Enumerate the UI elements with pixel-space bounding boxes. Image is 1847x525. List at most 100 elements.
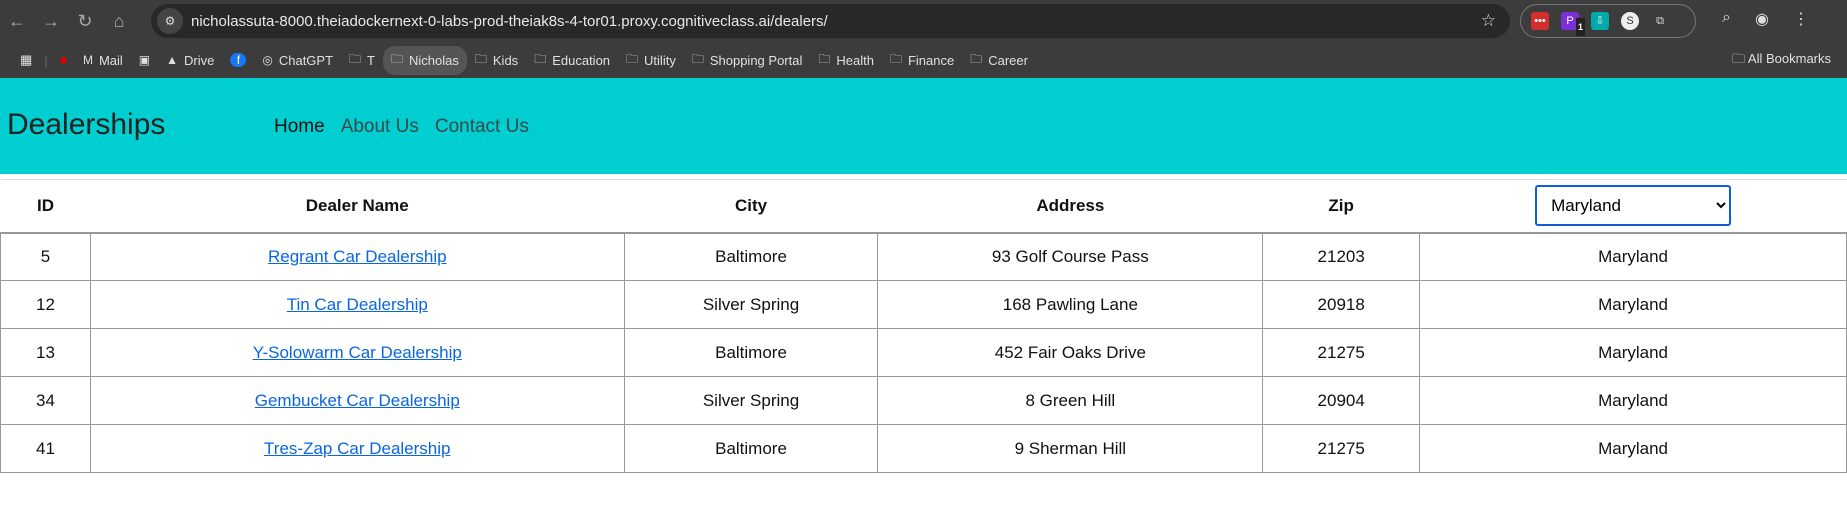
cell-address: 168 Pawling Lane	[877, 280, 1264, 329]
bookmark-label: Kids	[492, 52, 519, 68]
bookmark-label: ChatGPT	[278, 52, 334, 68]
folder-icon: 🗀	[474, 51, 487, 66]
extension-icon[interactable]: P1	[1561, 12, 1585, 36]
column-header-dealer-name: Dealer Name	[90, 179, 625, 234]
tab-search-icon[interactable]: ⌕	[1722, 9, 1731, 29]
menu-icon[interactable]: ⋮	[1793, 9, 1809, 29]
state-filter-select[interactable]: Maryland	[1535, 185, 1732, 227]
cell-zip: 21275	[1262, 424, 1421, 473]
folder-icon: 🗀	[970, 51, 983, 66]
bookmark-item[interactable]: 🗀 Health	[810, 46, 882, 75]
dealer-link[interactable]: Y-Solowarm Car Dealership	[253, 343, 462, 362]
table-row: 41 Tres-Zap Car Dealership Baltimore 9 Sher…	[0, 424, 1847, 473]
extension-icon[interactable]: S	[1621, 12, 1639, 30]
bookmark-star-icon[interactable]: ☆	[1481, 11, 1496, 31]
cell-city: Baltimore	[623, 328, 879, 377]
cell-id: 5	[0, 232, 91, 281]
drive-icon: ▲	[166, 53, 179, 67]
table-row: 34 Gembucket Car Dealership Silver Spring 8…	[0, 376, 1847, 425]
bookmark-label: Drive	[184, 52, 215, 68]
bookmark-item[interactable]: ▣	[131, 49, 158, 71]
cell-name: Tres-Zap Car Dealership	[89, 424, 625, 473]
cell-id: 41	[0, 424, 91, 473]
folder-icon: 🗀	[534, 51, 547, 66]
apps-icon[interactable]: ▦	[12, 48, 40, 72]
bookmark-item[interactable]: 🗀 Utility	[618, 46, 684, 75]
profile-avatar-icon[interactable]: ◉	[1755, 9, 1769, 29]
forward-icon[interactable]: →	[34, 11, 68, 32]
main-nav: Home About Us Contact Us	[274, 116, 529, 138]
folder-icon: 🗀	[391, 51, 404, 66]
dealer-link[interactable]: Regrant Car Dealership	[268, 247, 447, 266]
bookmark-item[interactable]: ◎ ChatGPT	[254, 49, 341, 72]
reload-icon[interactable]: ↻	[68, 11, 102, 32]
site-header: Dealerships Home About Us Contact Us	[0, 78, 1847, 174]
nav-contact-us[interactable]: Contact Us	[435, 116, 529, 138]
bookmark-label: Shopping Portal	[709, 52, 803, 68]
puzzle-icon[interactable]: ⧉	[1651, 12, 1669, 30]
folder-icon: 🗀	[889, 51, 902, 66]
table-row: 12 Tin Car Dealership Silver Spring 168 Paw…	[0, 280, 1847, 329]
cell-id: 12	[0, 280, 91, 329]
bookmarks-bar: ▦ | ■ M Mail ▣ ▲ Drive f ◎ ChatGPT 🗀 T 🗀 Nicholas 🗀 Ki…	[0, 42, 1847, 78]
bookmark-label: Education	[552, 52, 611, 68]
column-header-address: Address	[877, 179, 1263, 234]
bookmark-label: Utility	[644, 52, 676, 68]
bookmark-item[interactable]: 🗀 Finance	[882, 46, 962, 75]
cell-name: Y-Solowarm Car Dealership	[89, 328, 625, 377]
bookmark-item[interactable]: 🗀 Career	[962, 46, 1036, 75]
facebook-icon: f	[230, 53, 247, 67]
column-header-state: Maryland	[1419, 179, 1847, 234]
cell-zip: 20918	[1262, 280, 1421, 329]
cell-state: Maryland	[1419, 376, 1847, 425]
gmail-icon: M	[82, 53, 93, 67]
bookmark-item[interactable]: 🗀 Education	[526, 46, 618, 75]
back-icon[interactable]: ←	[0, 11, 34, 32]
extension-icon[interactable]: •••	[1531, 12, 1549, 30]
bookmark-label: Finance	[907, 52, 955, 68]
cell-city: Silver Spring	[623, 376, 879, 425]
folder-icon: 🗀	[349, 51, 362, 66]
site-settings-icon[interactable]: ⚙	[157, 8, 183, 34]
folder-icon: 🗀	[818, 51, 831, 66]
all-bookmarks[interactable]: 🗀 All Bookmarks	[1732, 50, 1831, 72]
cell-city: Baltimore	[623, 424, 879, 473]
table-row: 13 Y-Solowarm Car Dealership Baltimore 452 …	[0, 328, 1847, 377]
cell-name: Regrant Car Dealership	[89, 232, 625, 281]
bookmark-item[interactable]: 🗀 Nicholas	[383, 45, 467, 75]
bookmark-item[interactable]: 🗀 Shopping Portal	[684, 46, 811, 75]
cell-state: Maryland	[1419, 424, 1847, 473]
cell-name: Gembucket Car Dealership	[89, 376, 625, 425]
bookmark-item[interactable]: M Mail	[75, 49, 131, 72]
nav-home[interactable]: Home	[274, 116, 325, 138]
browser-toolbar: ← → ↻ ⌂ ⚙ nicholassuta-8000.theiadockern…	[0, 0, 1847, 42]
cell-state: Maryland	[1419, 328, 1847, 377]
cell-name: Tin Car Dealership	[89, 280, 625, 329]
dealer-link[interactable]: Tres-Zap Car Dealership	[264, 439, 450, 458]
bookmark-item[interactable]: f	[222, 49, 254, 71]
cell-state: Maryland	[1419, 232, 1847, 281]
bookmark-item[interactable]: ■	[52, 49, 75, 71]
download-extension-icon[interactable]: ⇩	[1591, 12, 1609, 30]
extensions-group: ••• P1 ⇩ S ⧉	[1520, 4, 1696, 38]
bookmark-item[interactable]: ▲ Drive	[158, 49, 222, 72]
column-header-zip: Zip	[1262, 179, 1420, 234]
cell-address: 9 Sherman Hill	[877, 424, 1264, 473]
bookmark-label: Nicholas	[409, 52, 459, 68]
nav-about-us[interactable]: About Us	[341, 116, 419, 138]
column-header-id: ID	[0, 179, 91, 234]
bookmark-item[interactable]: 🗀 Kids	[467, 46, 526, 75]
address-bar[interactable]: ⚙ nicholassuta-8000.theiadockernext-0-la…	[151, 4, 1510, 38]
site-title: Dealerships	[7, 108, 166, 141]
dealer-link[interactable]: Tin Car Dealership	[287, 295, 428, 314]
folder-icon: 🗀	[691, 51, 704, 66]
url-text[interactable]: nicholassuta-8000.theiadockernext-0-labs…	[191, 13, 828, 30]
cell-address: 452 Fair Oaks Drive	[877, 328, 1264, 377]
cnn-icon: ■	[59, 53, 67, 67]
dealer-link[interactable]: Gembucket Car Dealership	[255, 391, 460, 410]
cell-address: 8 Green Hill	[877, 376, 1264, 425]
bookmark-label: Career	[988, 52, 1028, 68]
cell-city: Baltimore	[623, 232, 879, 281]
bookmark-item[interactable]: 🗀 T	[341, 46, 383, 75]
home-icon[interactable]: ⌂	[102, 11, 136, 32]
